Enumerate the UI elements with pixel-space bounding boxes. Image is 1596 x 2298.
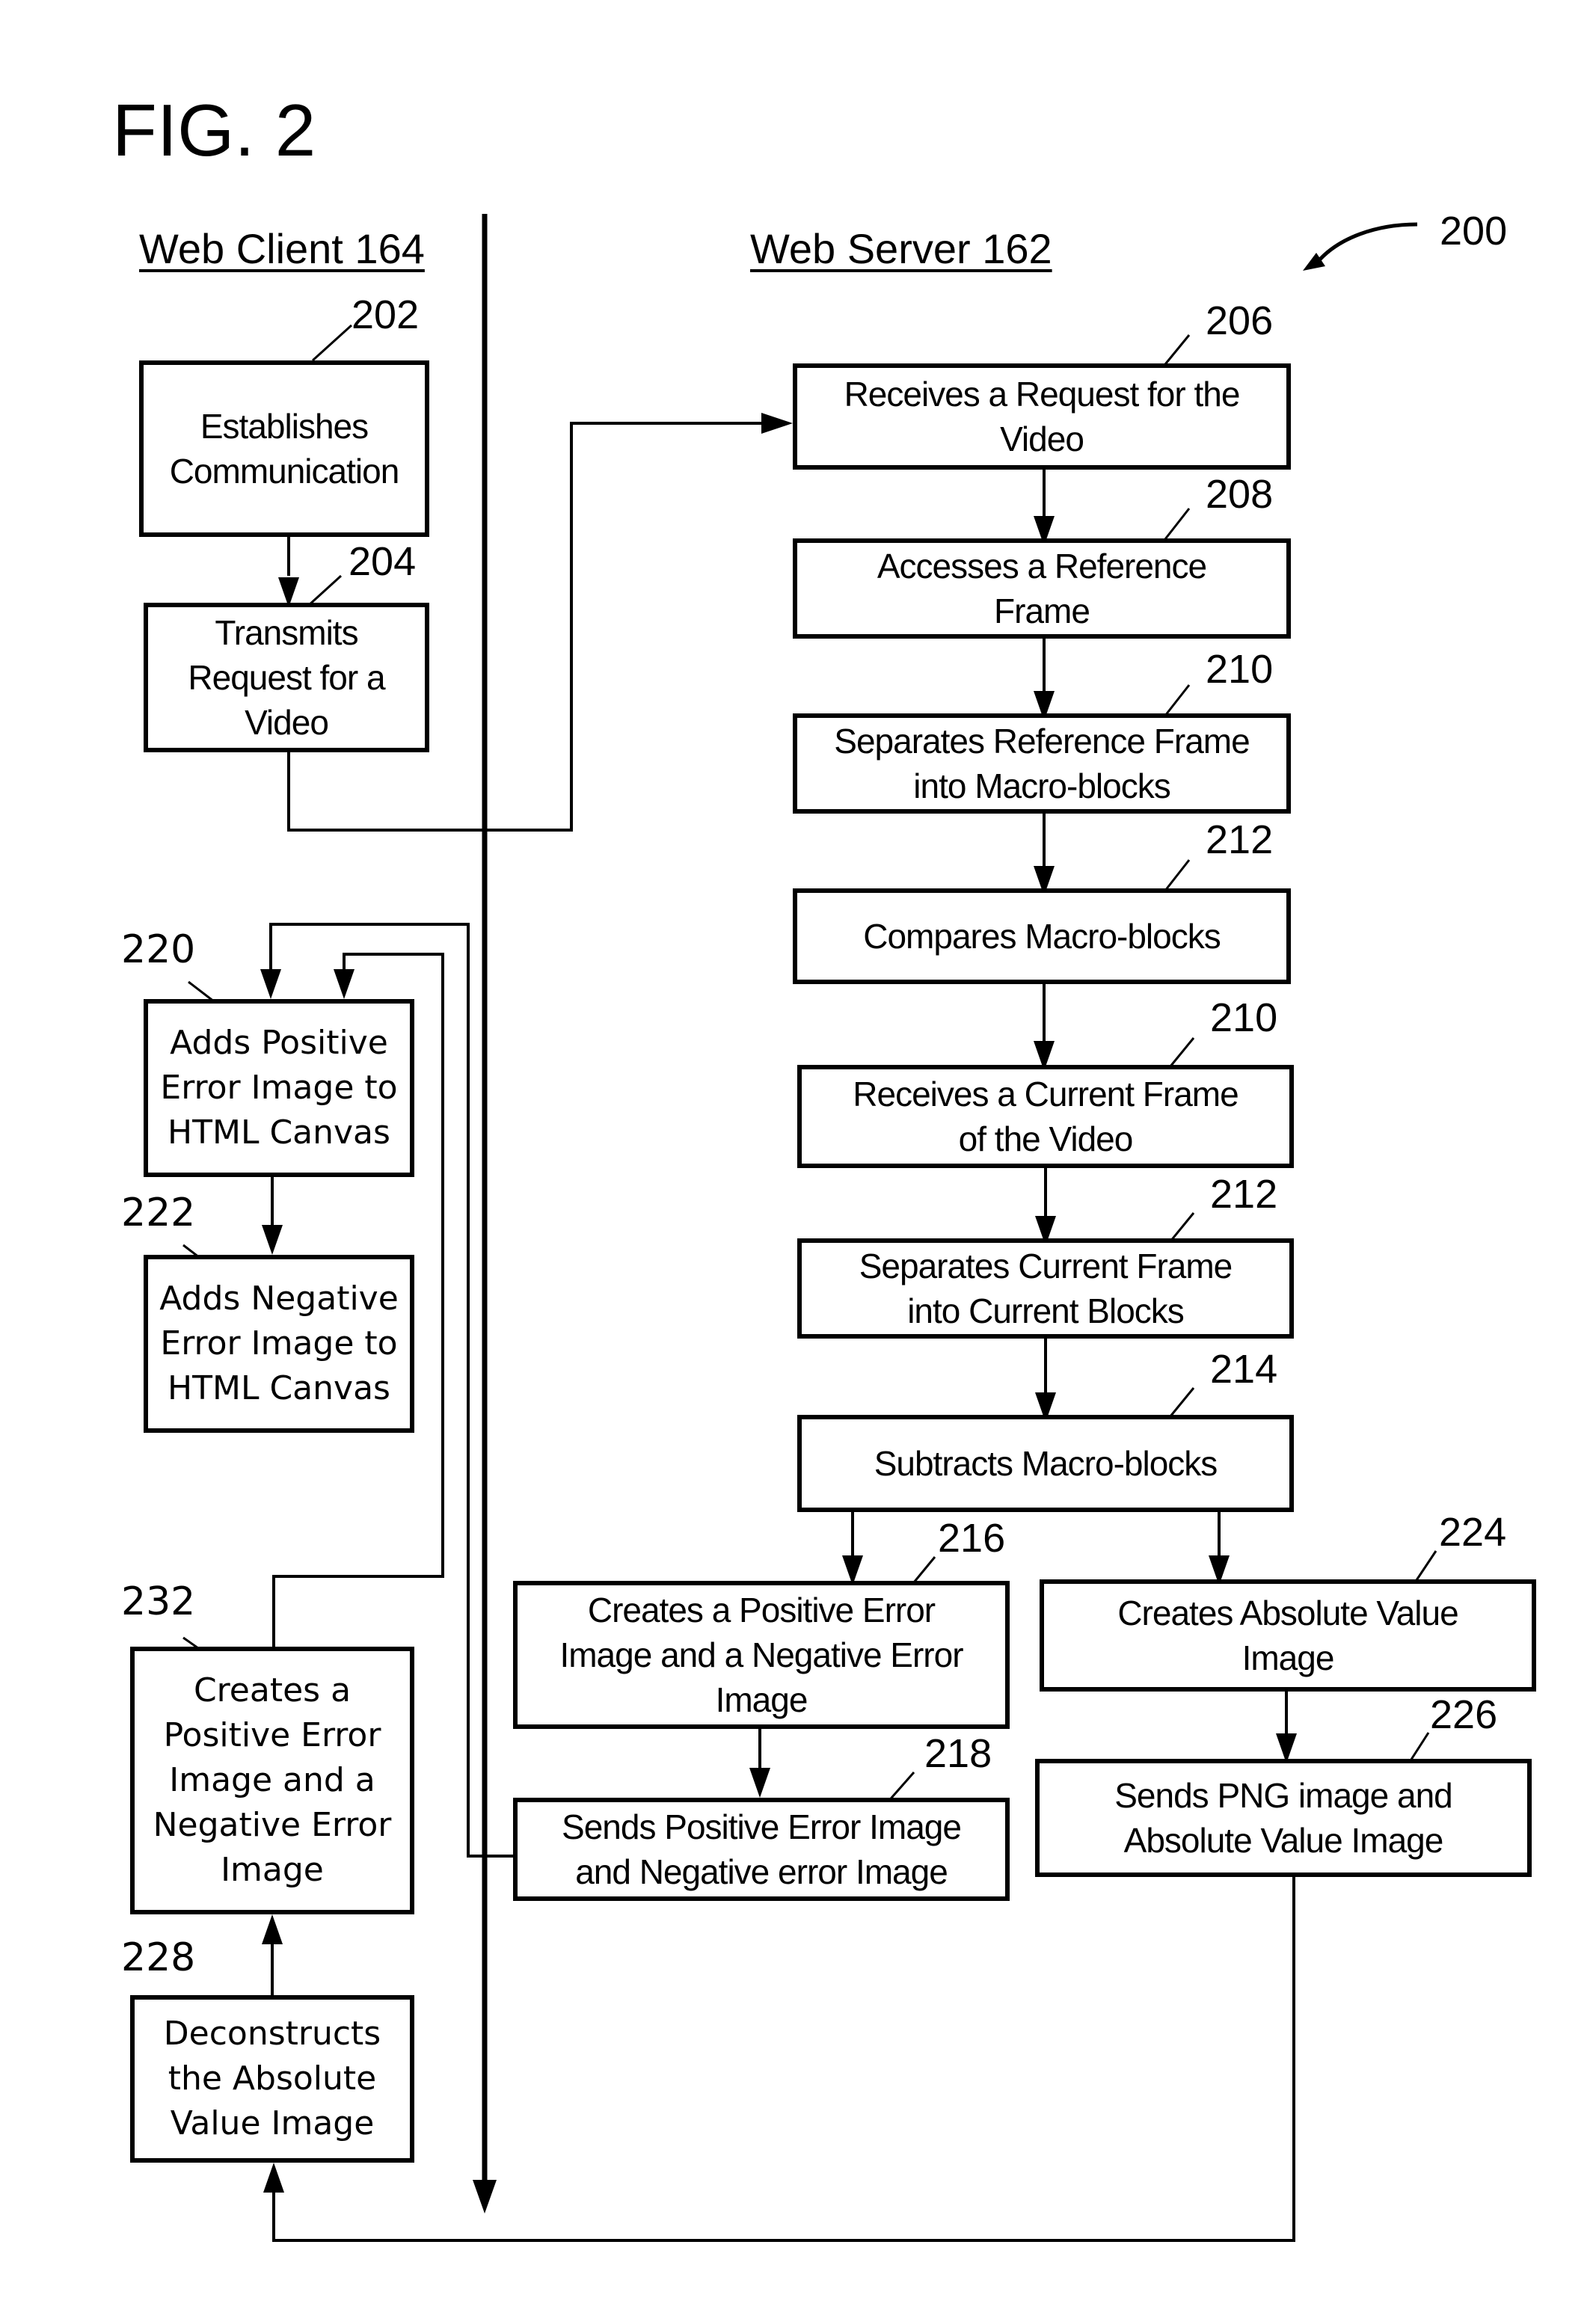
step-ref-212-compare: 212 [1206, 817, 1274, 862]
step-text-202: Establishes Communication [169, 407, 400, 491]
step-ref-204: 204 [349, 539, 417, 584]
step-ref-218: 218 [924, 1731, 992, 1776]
step-box-204[interactable]: Transmits Request for a Video [144, 603, 429, 752]
step-box-226[interactable]: Sends PNG image and Absolute Value Image [1035, 1759, 1532, 1877]
step-ref-210-current: 210 [1210, 995, 1278, 1040]
step-ref-208: 208 [1206, 472, 1274, 517]
step-box-210-current[interactable]: Receives a Current Frame of the Video [797, 1065, 1294, 1168]
step-box-208[interactable]: Accesses a Reference Frame [793, 538, 1291, 639]
step-box-210-reference[interactable]: Separates Reference Frame into Macro-blo… [793, 713, 1291, 814]
step-text-212-separate: Separates Current Frame into Current Blo… [859, 1247, 1233, 1330]
step-text-216: Creates a Positive Error Image and a Neg… [559, 1591, 963, 1719]
step-text-218: Sends Positive Error Image and Negative … [562, 1807, 962, 1891]
step-box-232[interactable]: Creates a Positive Error Image and a Neg… [130, 1647, 414, 1914]
step-ref-216: 216 [938, 1516, 1006, 1561]
lane-divider-arrowhead [473, 2180, 497, 2213]
step-ref-232: 232 [121, 1579, 196, 1624]
step-box-214[interactable]: Subtracts Macro-blocks [797, 1415, 1294, 1512]
step-ref-224: 224 [1439, 1510, 1507, 1555]
step-text-206: Receives a Request for the Video [844, 375, 1241, 458]
step-box-218[interactable]: Sends Positive Error Image and Negative … [513, 1798, 1010, 1901]
step-box-216[interactable]: Creates a Positive Error Image and a Neg… [513, 1581, 1010, 1729]
step-ref-214: 214 [1210, 1347, 1278, 1392]
step-ref-222: 222 [121, 1191, 196, 1235]
step-ref-210-reference: 210 [1206, 647, 1274, 692]
step-text-204: Transmits Request for a Video [188, 613, 385, 742]
step-text-214: Subtracts Macro-blocks [874, 1444, 1218, 1483]
step-text-222: Adds Negative Error Image to HTML Canvas [159, 1279, 399, 1407]
step-ref-212-separate: 212 [1210, 1172, 1278, 1217]
step-box-222[interactable]: Adds Negative Error Image to HTML Canvas [144, 1255, 414, 1433]
step-box-228[interactable]: Deconstructs the Absolute Value Image [130, 1995, 414, 2163]
step-text-210-current: Receives a Current Frame of the Video [853, 1075, 1239, 1158]
step-text-228: Deconstructs the Absolute Value Image [163, 2015, 381, 2142]
step-ref-206: 206 [1206, 298, 1274, 343]
step-text-232: Creates a Positive Error Image and a Neg… [153, 1671, 392, 1889]
step-ref-202: 202 [352, 292, 420, 337]
step-box-224[interactable]: Creates Absolute Value Image [1040, 1579, 1536, 1692]
step-text-224: Creates Absolute Value Image [1117, 1594, 1458, 1677]
step-text-226: Sends PNG image and Absolute Value Image [1114, 1776, 1452, 1860]
step-box-206[interactable]: Receives a Request for the Video [793, 363, 1291, 470]
step-text-210-reference: Separates Reference Frame into Macro-blo… [834, 722, 1250, 805]
figure-reference-arrow [1316, 222, 1418, 263]
step-box-212-compare[interactable]: Compares Macro-blocks [793, 888, 1291, 984]
step-ref-228: 228 [121, 1935, 196, 1980]
step-box-220[interactable]: Adds Positive Error Image to HTML Canvas [144, 999, 414, 1177]
step-ref-220: 220 [121, 927, 196, 972]
step-text-208: Accesses a Reference Frame [877, 547, 1207, 630]
step-text-220: Adds Positive Error Image to HTML Canvas [160, 1024, 398, 1152]
step-text-212-compare: Compares Macro-blocks [863, 917, 1221, 956]
step-box-212-separate[interactable]: Separates Current Frame into Current Blo… [797, 1238, 1294, 1339]
step-ref-226: 226 [1430, 1692, 1498, 1737]
step-box-202[interactable]: Establishes Communication [139, 360, 429, 537]
